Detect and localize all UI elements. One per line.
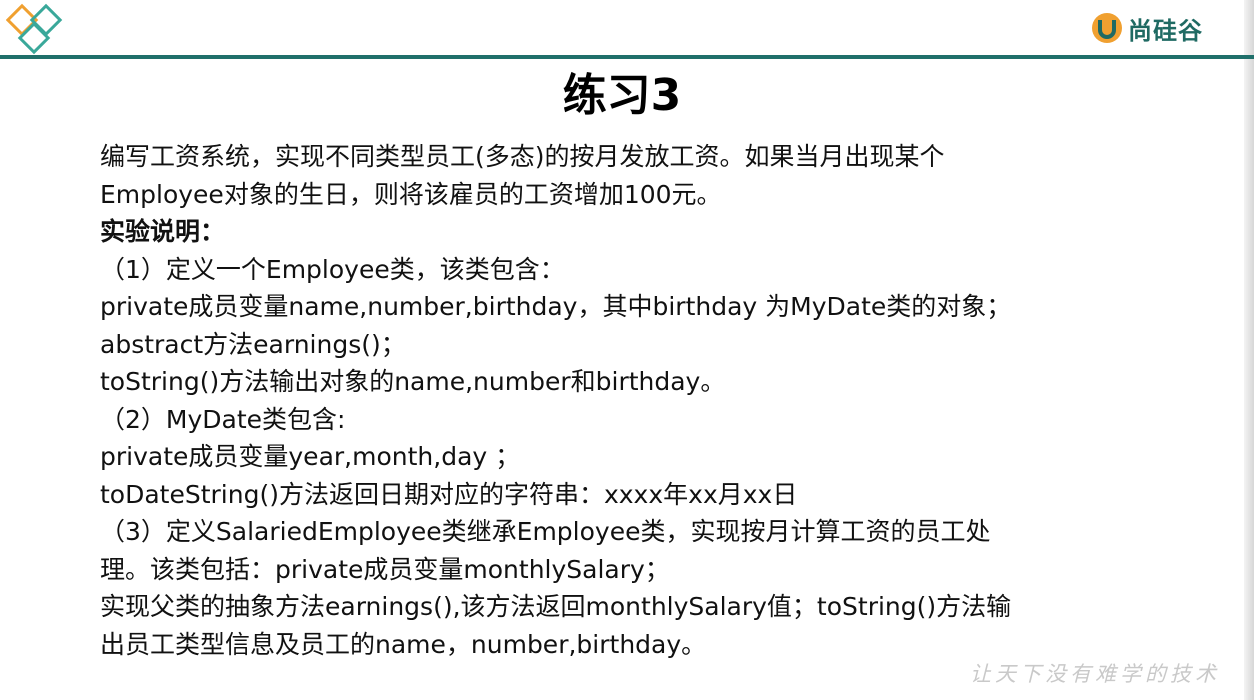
body-line: private成员变量year,month,day ； <box>100 442 521 471</box>
watermark-text: 让天下没有难学的技术 <box>970 662 1220 686</box>
body-line: abstract方法earnings()； <box>100 329 406 359</box>
brand-u-icon <box>1092 13 1122 43</box>
body-line: 理。该类包括：private成员变量monthlySalary； <box>100 554 670 584</box>
body-line: （3）定义SalariedEmployee类继承Employee类，实现按月计算… <box>100 517 991 546</box>
body-line: Employee对象的生日，则将该雇员的工资增加100元。 <box>100 179 722 209</box>
diamond-logo-icon <box>6 3 63 55</box>
brand-logo: 尚硅谷 <box>1090 8 1203 48</box>
header-divider <box>0 55 1254 59</box>
body-line: toString()方法输出对象的name,number和birthday。 <box>100 367 726 396</box>
slide-body: 编写工资系统，实现不同类型员工(多态)的按月发放工资。如果当月出现某个 Empl… <box>100 138 1190 663</box>
brand-name: 尚硅谷 <box>1128 16 1203 45</box>
body-line: 编写工资系统，实现不同类型员工(多态)的按月发放工资。如果当月出现某个 <box>100 142 945 171</box>
body-line: private成员变量name,number,birthday，其中birthd… <box>100 292 1012 321</box>
slide-title: 练习3 <box>562 70 682 121</box>
body-line: （1）定义一个Employee类，该类包含： <box>100 254 565 284</box>
slide: 尚硅谷 练习3 编写工资系统，实现不同类型员工(多态)的按月发放工资。如果当月出… <box>0 0 1254 700</box>
section-heading: 实验说明： <box>100 217 226 246</box>
body-line: （2）MyDate类包含: <box>100 404 346 434</box>
body-line: 实现父类的抽象方法earnings(),该方法返回monthlySalary值；… <box>100 592 1012 621</box>
body-line: toDateString()方法返回日期对应的字符串：xxxx年xx月xx日 <box>100 479 798 509</box>
slide-edge-shadow <box>1244 0 1254 700</box>
